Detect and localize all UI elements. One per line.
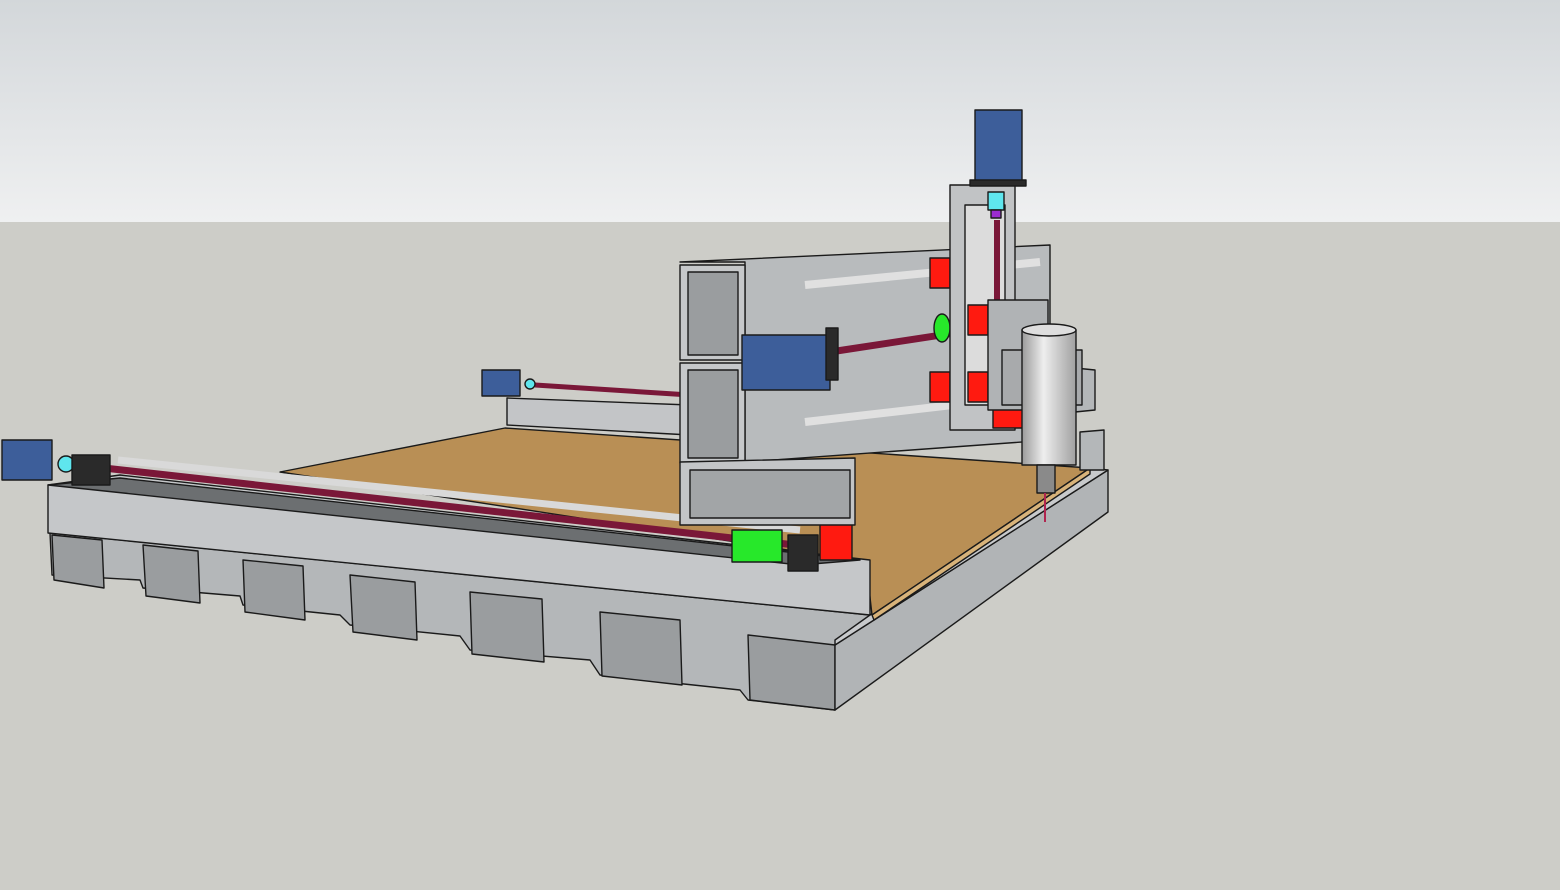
tube-opening: [142, 544, 201, 604]
cnc-model-scene: [0, 0, 1560, 890]
y-axis-nut-coupler: [731, 529, 783, 563]
z-red-block-1: [967, 304, 989, 336]
tube-opening: [51, 534, 105, 589]
y-axis-end-block: [787, 534, 819, 572]
sky: [0, 0, 1560, 222]
gantry-foot-inner: [689, 469, 851, 519]
spindle-top: [1021, 323, 1077, 337]
spindle-collet: [1036, 464, 1056, 494]
gantry-upright-bottom-inner: [687, 369, 739, 459]
z-nut: [990, 209, 1002, 219]
tube-opening: [242, 559, 306, 621]
3d-viewport[interactable]: [0, 0, 1560, 890]
z-red-block-2: [967, 371, 989, 403]
side-plates-lower: [1079, 429, 1105, 471]
gantry-upright-top-inner: [687, 271, 739, 356]
rear-y-motor: [481, 369, 521, 397]
z-motor-mount: [969, 179, 1027, 187]
spindle-body: [1021, 329, 1077, 466]
rear-shaft-coupling: [524, 378, 536, 390]
x-motor: [741, 334, 831, 391]
z-red-block-3: [992, 407, 1024, 429]
tube-opening: [349, 574, 418, 641]
tube-opening: [599, 611, 683, 686]
x-motor-mount: [825, 327, 839, 381]
x-coupler: [933, 313, 951, 343]
tube-opening: [469, 591, 545, 663]
x-bearing-upper: [929, 257, 951, 289]
x-bearing-lower: [929, 371, 951, 403]
y-axis-red-bearing: [819, 521, 853, 561]
z-shaft-coupling: [987, 191, 1005, 211]
tube-opening: [747, 634, 836, 711]
front-bearing-block: [71, 454, 111, 486]
front-y-motor: [1, 439, 53, 481]
z-motor: [974, 109, 1023, 186]
